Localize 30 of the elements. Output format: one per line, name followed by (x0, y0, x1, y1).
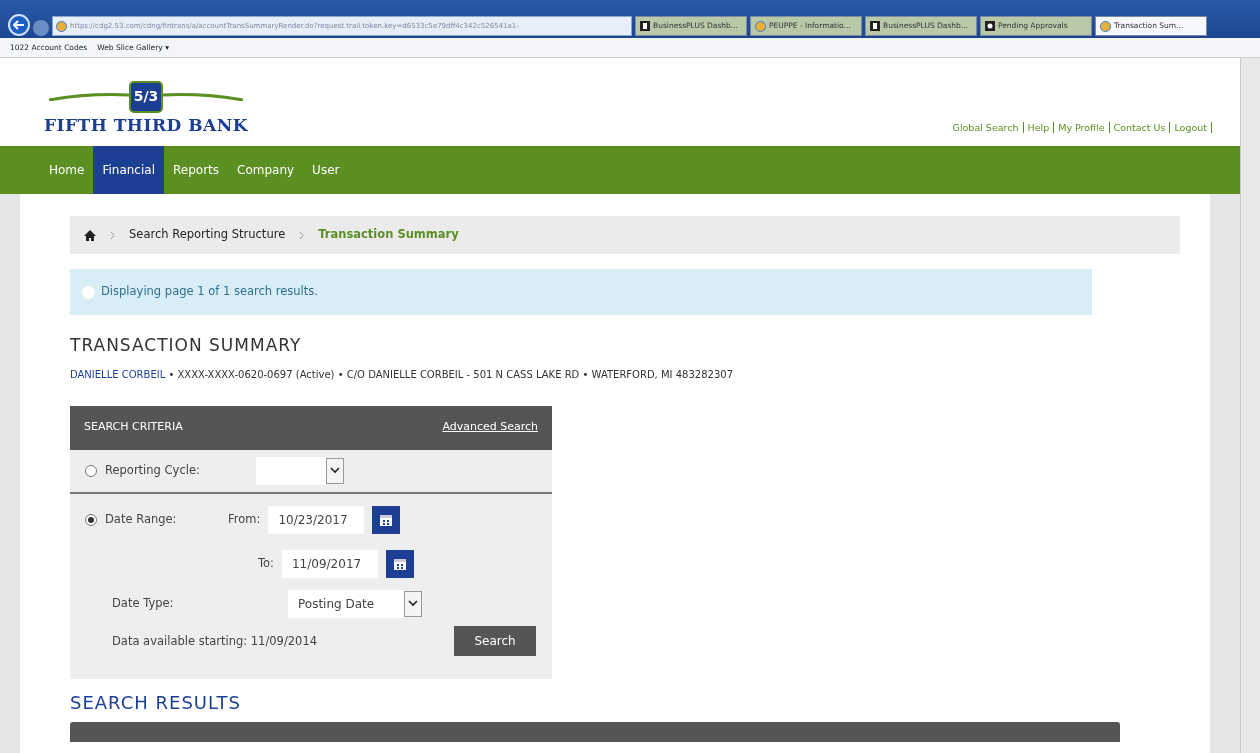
header-link[interactable]: Global Search (948, 122, 1023, 133)
to-date-field[interactable]: 11/09/2017 (282, 549, 378, 578)
nav-tab[interactable]: Home (40, 146, 94, 194)
alert-text: Displaying page 1 of 1 search results. (101, 283, 318, 301)
from-label: From: (228, 510, 261, 528)
nav-tab[interactable]: Company (228, 146, 304, 194)
from-date-field[interactable]: 10/23/2017 (268, 505, 365, 534)
radio-label: Date Range: (105, 510, 178, 528)
account-details: • XXXX-XXXX-0620-0697 (Active) • C/O DANIELLE CORBEIL - 501 N CASS LAKE RD • WATERFORD, MI 483282307 (167, 368, 733, 380)
breadcrumb-link[interactable]: Search Reporting Structure (129, 226, 286, 244)
section-title: SEARCH RESULTS (70, 690, 242, 715)
nav-tab[interactable]: User (303, 146, 349, 194)
account-link[interactable]: DANIELLE CORBEIL (70, 368, 166, 380)
advanced-search-link[interactable]: Advanced Search (442, 419, 538, 436)
logo-text: FIFTH THIRD BANK (44, 113, 249, 137)
logo-mark: 5/3 (129, 80, 164, 113)
header-link[interactable]: Help (1022, 122, 1054, 133)
header-link[interactable]: Logout (1169, 122, 1212, 133)
header-link[interactable]: My Profile (1053, 122, 1109, 133)
breadcrumb-current: Transaction Summary (318, 226, 459, 244)
page-title: TRANSACTION SUMMARY (70, 334, 303, 357)
nav-tab[interactable]: Financial (93, 146, 164, 194)
availability-text: Data available starting: 11/09/2014 (112, 632, 318, 650)
search-button[interactable]: Search (454, 625, 536, 656)
date-type-label: Date Type: (112, 594, 175, 612)
radio-label: Reporting Cycle: (105, 461, 201, 479)
panel-title: SEARCH CRITERIA (84, 419, 183, 436)
nav-tab[interactable]: Reports (164, 146, 228, 194)
to-label: To: (258, 554, 274, 572)
header-link[interactable]: Contact Us (1108, 122, 1170, 133)
